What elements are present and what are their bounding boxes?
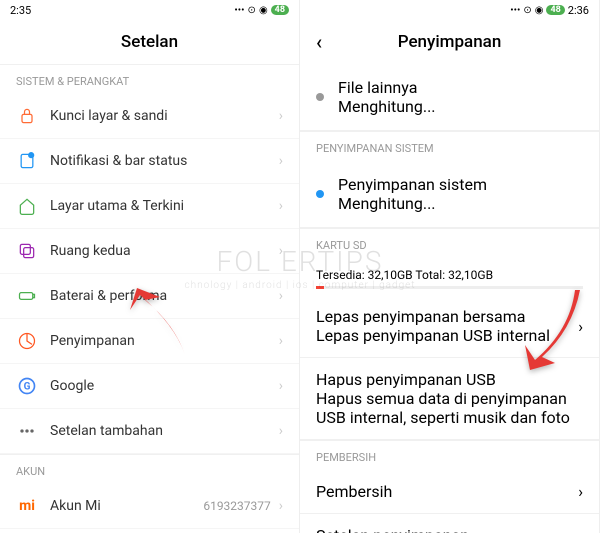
item-other-files[interactable]: File lainnya Menghitung...: [300, 64, 599, 131]
section-cleaner: PEMBERSIH: [300, 440, 599, 470]
alarm-icon: ⊙: [523, 5, 531, 16]
item-label: Kunci layar & sandi: [50, 108, 279, 124]
item-second-space[interactable]: Ruang kedua ›: [0, 229, 299, 274]
item-notifications[interactable]: Notifikasi & bar status ›: [0, 139, 299, 184]
section-system-storage: PENYIMPANAN SISTEM: [300, 131, 599, 161]
item-label: Notifikasi & bar status: [50, 153, 279, 169]
chevron-right-icon: ›: [279, 423, 283, 439]
signal-icon: •••: [510, 5, 520, 16]
mi-icon: mi: [16, 495, 38, 517]
item-label: Google: [50, 378, 279, 394]
item-label: Akun Mi: [50, 498, 203, 514]
chevron-right-icon: ›: [279, 243, 283, 259]
section-sd-card: KARTU SD: [300, 228, 599, 258]
chevron-right-icon: ›: [279, 288, 283, 304]
wifi-icon: ◉: [259, 5, 268, 16]
svg-text:G: G: [24, 381, 31, 392]
chevron-right-icon: ›: [578, 482, 583, 501]
account-id: 6193237377: [203, 499, 270, 513]
alarm-icon: ⊙: [248, 5, 256, 16]
more-icon: [16, 420, 38, 442]
item-google[interactable]: G Google ›: [0, 364, 299, 409]
status-time-right: 2:36: [568, 4, 589, 17]
second-space-icon: [16, 240, 38, 262]
chevron-right-icon: ›: [279, 378, 283, 394]
item-sub: Hapus semua data di penyimpanan USB inte…: [316, 389, 583, 427]
item-additional[interactable]: Setelan tambahan ›: [0, 409, 299, 454]
item-cleaner[interactable]: Pembersih ›: [300, 470, 599, 514]
item-mi-account[interactable]: mi Akun Mi 6193237377 ›: [0, 484, 299, 529]
item-label: Penyimpanan sistem: [338, 175, 583, 194]
section-akun: AKUN: [0, 454, 299, 484]
status-bar: 2:35 ••• ⊙ ◉ 48: [0, 0, 299, 20]
item-label: File lainnya: [338, 78, 583, 97]
dot-icon: [316, 190, 324, 198]
google-icon: G: [16, 375, 38, 397]
storage-screen: ••• ⊙ ◉ 48 2:36 ‹ Penyimpanan File lainn…: [300, 0, 600, 533]
lock-icon: [16, 105, 38, 127]
chevron-right-icon: ›: [279, 333, 283, 349]
item-label: Setelan penyimpanan: [316, 526, 578, 533]
item-label: Pembersih: [316, 482, 578, 501]
home-icon: [16, 195, 38, 217]
signal-icon: •••: [234, 5, 244, 16]
chevron-right-icon: ›: [279, 108, 283, 124]
item-label: Ruang kedua: [50, 243, 279, 259]
annotation-arrow-right: [520, 285, 590, 379]
item-sub: Menghitung...: [338, 194, 583, 213]
item-home-screen[interactable]: Layar utama & Terkini ›: [0, 184, 299, 229]
dot-icon: [316, 93, 324, 101]
status-bar: ••• ⊙ ◉ 48 2:36: [300, 0, 599, 20]
battery-badge: 48: [546, 5, 564, 15]
chevron-right-icon: ›: [279, 153, 283, 169]
item-sync[interactable]: Sinkron ›: [0, 529, 299, 533]
storage-icon: [16, 330, 38, 352]
status-time: 2:35: [10, 4, 31, 17]
page-title: Setelan: [0, 20, 299, 64]
battery-badge: 48: [271, 5, 289, 15]
battery-icon: [16, 285, 38, 307]
section-sistem: SISTEM & PERANGKAT: [0, 64, 299, 94]
chevron-right-icon: ›: [279, 198, 283, 214]
item-sub: Menghitung...: [338, 97, 583, 116]
item-storage-settings[interactable]: Setelan penyimpanan Pilih tempat simpan …: [300, 514, 599, 533]
chevron-right-icon: ›: [279, 498, 283, 514]
item-label: Setelan tambahan: [50, 423, 279, 439]
item-label: Layar utama & Terkini: [50, 198, 279, 214]
item-system-storage[interactable]: Penyimpanan sistem Menghitung...: [300, 161, 599, 228]
annotation-arrow-left: [125, 285, 195, 369]
settings-screen: 2:35 ••• ⊙ ◉ 48 Setelan SISTEM & PERANGK…: [0, 0, 300, 533]
wifi-icon: ◉: [535, 5, 544, 16]
notification-icon: [16, 150, 38, 172]
page-title: ‹ Penyimpanan: [300, 20, 599, 64]
back-button[interactable]: ‹: [316, 30, 322, 54]
item-lock-screen[interactable]: Kunci layar & sandi ›: [0, 94, 299, 139]
